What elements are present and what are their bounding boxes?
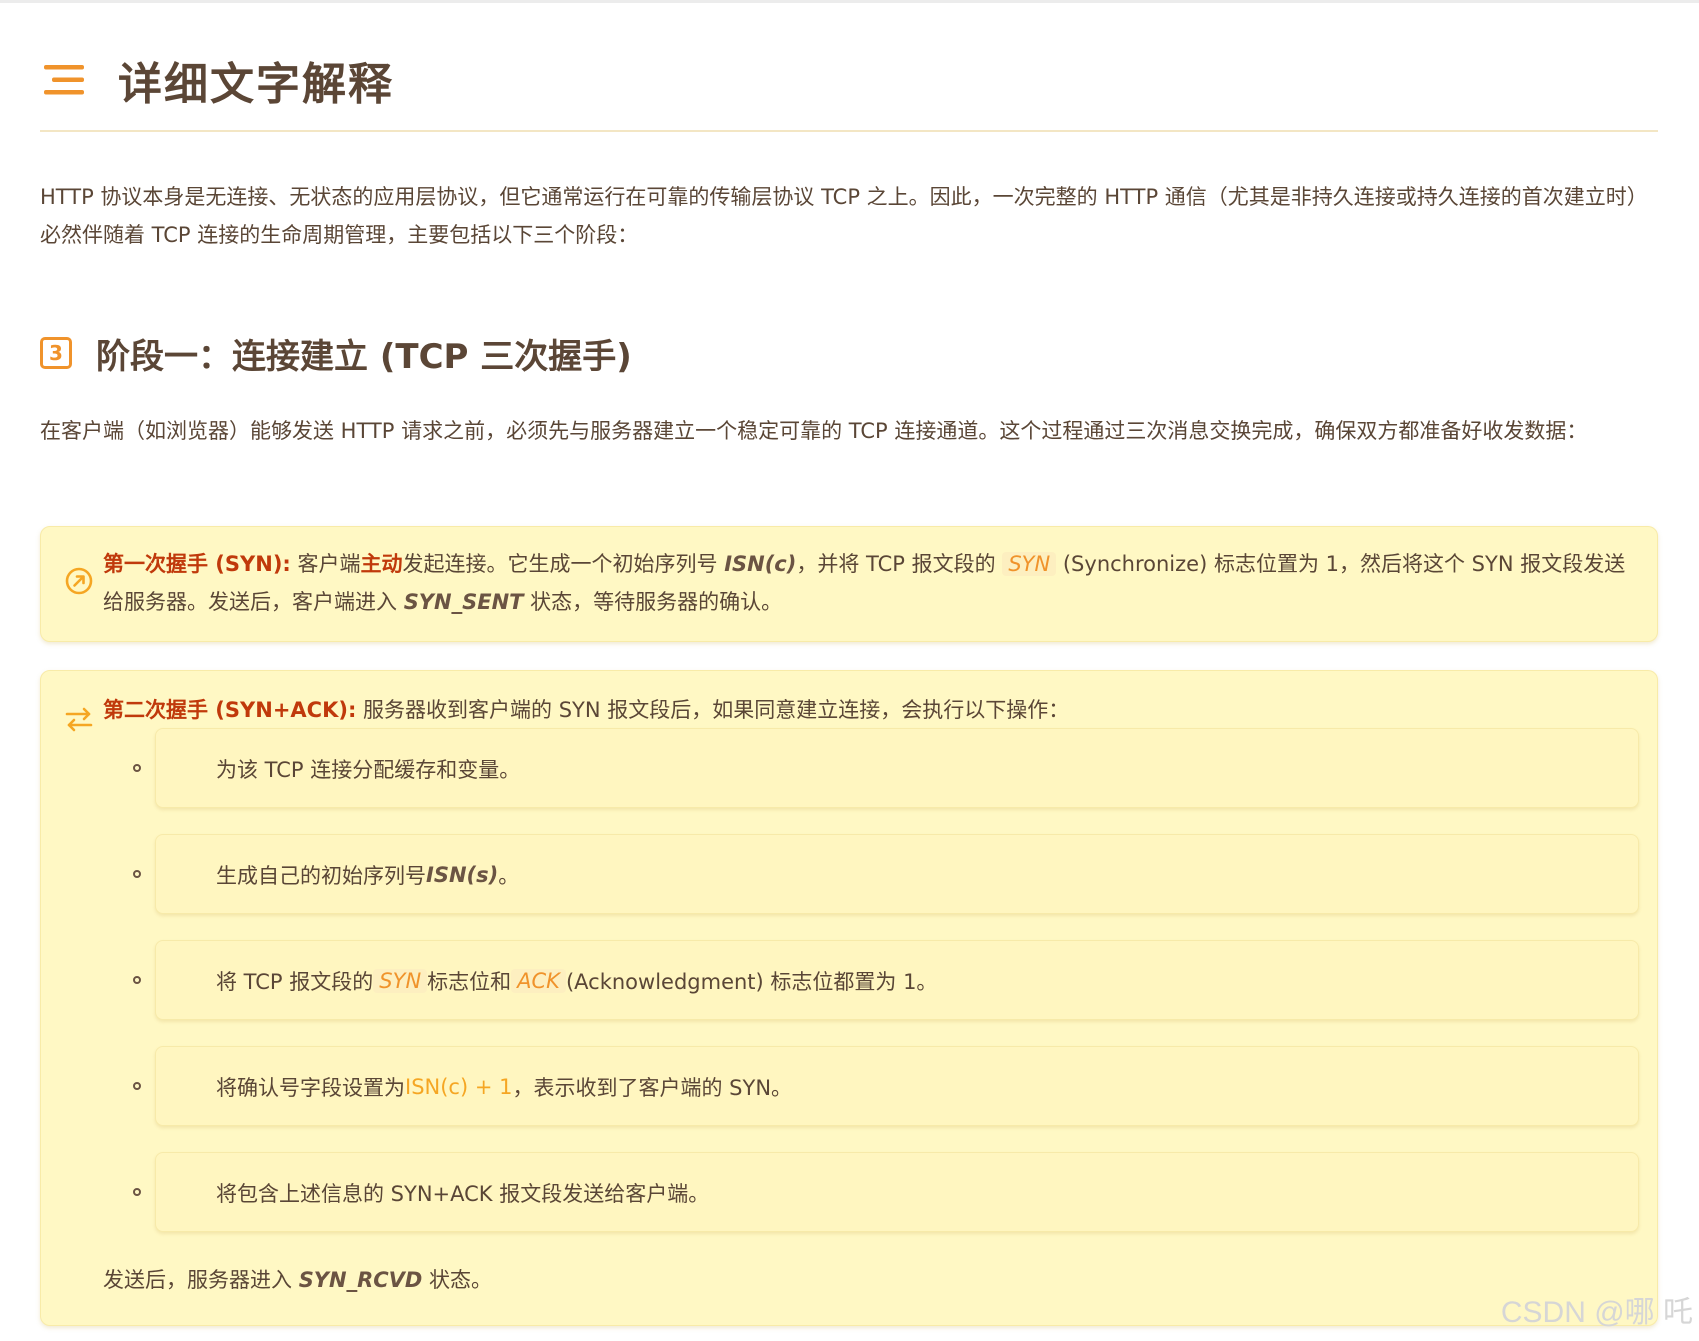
handshake-2-card: 第二次握手 (SYN+ACK): 服务器收到客户端的 SYN 报文段后，如果同意… — [40, 670, 1658, 1326]
list-item: 生成自己的初始序列号 ISN(s)。 — [155, 834, 1639, 914]
watermark: CSDN @哪 吒 — [1500, 1296, 1693, 1329]
syn-sent-state: SYN_SENT — [403, 590, 524, 614]
list-item: 为该 TCP 连接分配缓存和变量。 — [155, 728, 1639, 808]
page-title: 详细文字解释 — [118, 59, 394, 110]
menu-lines-icon — [40, 60, 88, 100]
handshake-2-label: 第二次握手 (SYN+ACK): — [103, 698, 357, 722]
bullet-4 — [133, 1082, 141, 1090]
list-item: 将 TCP 报文段的 SYN 标志位和 ACK (Acknowledgment)… — [155, 940, 1639, 1020]
ack-number-value: ISN(c) + 1 — [405, 1075, 513, 1099]
top-rule — [0, 0, 1699, 3]
section-heading: 详细文字解释 — [40, 40, 394, 120]
handshake-2-after-text: 发送后，服务器进入 SYN_RCVD 状态。 — [103, 1268, 493, 1292]
swap-arrows-icon — [63, 703, 95, 735]
handshake-1-text: 第一次握手 (SYN): 客户端主动发起连接。它生成一个初始序列号 ISN(c)… — [103, 552, 1626, 614]
list-item: 将包含上述信息的 SYN+ACK 报文段发送给客户端。 — [155, 1152, 1639, 1232]
bullet-3 — [133, 976, 141, 984]
stage-heading: 3 阶段一：连接建立 (TCP 三次握手) — [40, 326, 632, 380]
handshake-2-text: 第二次握手 (SYN+ACK): 服务器收到客户端的 SYN 报文段后，如果同意… — [103, 698, 1070, 722]
stage-intro-paragraph: 在客户端（如浏览器）能够发送 HTTP 请求之前，必须先与服务器建立一个稳定可靠… — [40, 419, 1588, 443]
bullet-2 — [133, 870, 141, 878]
heading-divider — [40, 130, 1658, 132]
arrow-up-right-circle-icon — [63, 565, 95, 597]
isn-s-term: ISN(s) — [426, 863, 499, 887]
bullet-5 — [133, 1188, 141, 1196]
stage-title: 阶段一：连接建立 (TCP 三次握手) — [96, 336, 632, 377]
isn-c-term: ISN(c) — [724, 552, 797, 576]
handshake-1-card: 第一次握手 (SYN): 客户端主动发起连接。它生成一个初始序列号 ISN(c)… — [40, 526, 1658, 642]
syn-rcvd-state: SYN_RCVD — [298, 1268, 423, 1292]
number-three-icon: 3 — [40, 337, 72, 369]
bullet-1 — [133, 764, 141, 772]
syn-flag-chip: SYN — [373, 969, 428, 993]
intro-paragraph: HTTP 协议本身是无连接、无状态的应用层协议，但它通常运行在可靠的传输层协议 … — [40, 185, 1648, 247]
syn-flag-chip: SYN — [1002, 552, 1057, 576]
list-item: 将确认号字段设置为 ISN(c) + 1 ，表示收到了客户端的 SYN。 — [155, 1046, 1639, 1126]
handshake-1-label: 第一次握手 (SYN): — [103, 552, 291, 576]
ack-flag-chip: ACK — [511, 969, 566, 993]
